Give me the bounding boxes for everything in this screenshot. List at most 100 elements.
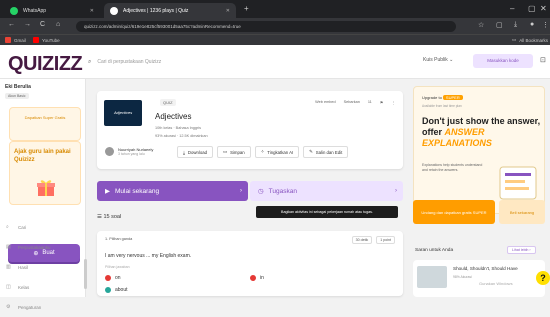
quiz-title: Adjectives [155,112,192,121]
minimize-icon[interactable]: – [510,4,514,13]
time-badge: 30 detik [351,236,373,244]
browser-tab-bar: WhatsApp ✕ Adjectives | 1236 plays | Qui… [0,0,550,18]
question-card: 1. Pilihan ganda 30 detik 1 point I am v… [97,231,403,296]
correct-bullet-icon [105,287,111,293]
menu-icon[interactable]: ⋮ [542,21,549,29]
choice-label: in [260,275,264,281]
download-label: Download [187,149,208,155]
sidebar-item-label: Perpustakaanku [18,244,51,250]
sidebar-item-label: Kelas [18,284,30,290]
sidebar-item-label: Cari [18,224,27,230]
sidebar-item-search[interactable]: ⌕ Cari [0,217,86,237]
recommendation-accuracy: 98% Akurasi [453,275,472,279]
recommendation-item[interactable]: Should, Shouldn't, Should Have 98% Akura… [413,260,545,297]
more-icon[interactable]: ⋮ [391,100,395,105]
close-tab-icon[interactable]: ✕ [90,8,94,14]
web-embed-button[interactable]: Web embed [315,100,335,105]
close-window-icon[interactable]: ✕ [540,4,547,13]
sidebar-item-label: Hasil [18,264,29,270]
sidebar-item-library[interactable]: ▤ Perpustakaanku [0,237,86,257]
filter-dropdown[interactable]: Kuis Publik ⌄ [423,57,453,63]
quiz-meta-grade: 10th kelas · Bahasa Inggris [155,126,202,130]
upgrade-card[interactable]: Dapatkan Super Gratis [9,107,81,141]
gear-icon: ⚙ [6,304,11,310]
new-tab-icon[interactable]: + [244,4,249,13]
bookmark-label: All Bookmarks [519,37,549,43]
buy-now-button[interactable]: Beli sekarang [499,200,545,224]
search-placeholder: Cari di perpustakaan Quizizz [97,59,162,65]
folder-icon: ▭ [512,37,517,42]
forward-icon[interactable]: → [24,21,31,28]
quiz-thumbnail: Adjectives [104,100,142,126]
edit-icon: ✎ [309,149,313,154]
chevron-right-icon: › [395,188,397,194]
like-count[interactable]: 11 [368,100,372,105]
choice-item: in [250,275,264,281]
library-icon: ▤ [6,244,11,250]
extensions-icon[interactable]: ▢ [496,21,503,29]
bookmark-star-icon[interactable]: ☆ [478,21,484,29]
start-now-button[interactable]: ▶ Mulai sekarang › [97,181,248,201]
tab-whatsapp[interactable]: WhatsApp ✕ [4,3,100,18]
enter-code-button[interactable]: Masukkan kode [473,54,533,68]
help-button[interactable]: ? [536,271,550,285]
quizizz-logo[interactable]: QUIZIZZ [8,53,83,76]
thumbnail-text: Adjectives [114,110,133,115]
question-meta: 30 detik 1 point [351,236,395,244]
url-input[interactable]: quizizz.com/admin/quiz/619e1e825cf593001… [76,21,456,32]
save-button[interactable]: ▭ Simpan [217,146,251,158]
sidebar-item-settings[interactable]: ⚙ Pengaturan [0,297,86,317]
bookmark-gmail[interactable]: Gmail [5,37,26,43]
copy-edit-button[interactable]: ✎ Salin dan Edit [303,146,349,158]
chevron-right-icon: › [240,188,242,194]
share-button[interactable]: Sebarkan [344,100,360,105]
folder-icon: ▭ [223,149,228,154]
points-badge: 1 point [376,236,395,244]
all-bookmarks[interactable]: ▭ All Bookmarks [512,37,548,43]
sidebar-nav: ⌕ Cari ▤ Perpustakaanku ▥ Hasil ◫ Kelas ⚙ Pen… [0,217,86,317]
download-button[interactable]: ⤓ Download [177,146,214,158]
sidebar-item-classes[interactable]: ◫ Kelas [0,277,86,297]
class-icon: ◫ [6,284,11,290]
gift-box-icon [37,180,55,196]
choices-label: Pilihan jawaban [105,265,130,269]
copy-edit-label: Salin dan Edit [315,149,343,155]
maximize-icon[interactable]: ▢ [528,4,536,13]
reload-icon[interactable]: C [40,21,45,28]
gmail-icon [5,37,11,43]
search-icon: ⌕ [6,224,9,230]
flag-icon[interactable]: ⚑ [380,100,383,105]
upgrade-heading: Upgrade to SUPER [422,95,463,100]
wrong-bullet-icon [250,275,256,281]
enhance-ai-button[interactable]: ✧ Tingkatkan AI [254,146,300,158]
download-icon[interactable]: ⤓ [514,21,517,29]
bookmark-youtube[interactable]: YouTube [33,37,60,43]
promo-subtext: Available from last time plan [422,104,462,108]
see-more-button[interactable]: Lihat lebih › [507,246,536,254]
page: QUIZIZZ ⌕ Cari di perpustakaan Quizizz K… [0,45,550,310]
back-icon[interactable]: ← [8,21,15,28]
author[interactable]: Nuurriyah Nurlaeely 3 tahun yang lalu [105,147,153,156]
user-name[interactable]: Eki Berulia [5,84,31,90]
tab-label: Adjectives | 1236 plays | Quiz [123,7,189,14]
download-icon: ⤓ [183,149,185,155]
close-tab-icon[interactable]: ✕ [226,8,230,14]
profile-icon[interactable]: ● [530,21,534,28]
invite-teacher-card[interactable]: Ajak guru lain pakai Quizizz [9,141,81,205]
invite-super-button[interactable]: Undang dan dapatkan gratis SUPER [413,200,495,224]
chart-icon: ▥ [6,264,11,270]
start-label: Mulai sekarang [115,187,160,195]
sidebar-item-results[interactable]: ▥ Hasil [0,257,86,277]
tab-quiz[interactable]: Adjectives | 1236 plays | Quiz ✕ [104,3,236,18]
assign-label: Tugaskan [268,187,297,195]
quiz-info-card: Adjectives QUIZ Adjectives 10th kelas · … [97,91,403,169]
home-icon[interactable]: ⌂ [56,21,60,28]
avatar [105,147,114,156]
search-input[interactable]: ⌕ Cari di perpustakaan Quizizz [88,56,388,68]
assign-button[interactable]: ◷ Tugaskan › [250,181,403,201]
choice-label: on [115,275,121,281]
wrong-bullet-icon [105,275,111,281]
filter-label: Kuis Publik [423,57,448,63]
play-icon: ▶ [105,188,110,195]
gift-icon[interactable]: ⊡ [540,56,546,64]
